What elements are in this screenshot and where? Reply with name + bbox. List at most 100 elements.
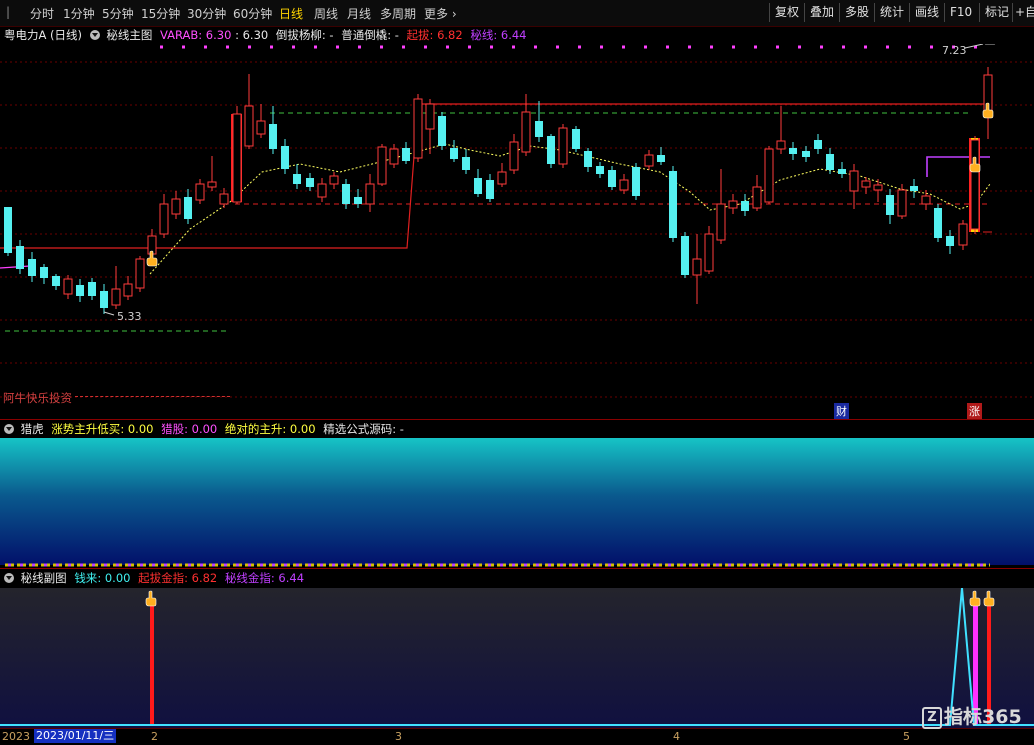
cursor-date-label: 2023/01/11/三 [34, 729, 117, 743]
stock-name[interactable]: 粤电力A [4, 28, 46, 42]
candle-body [608, 170, 616, 187]
candle-body [535, 121, 543, 137]
mid-l2: 猎股 [161, 422, 185, 436]
axis-tick-month-4: 4 [673, 730, 680, 743]
candle-body [838, 169, 846, 174]
overlay-button[interactable]: 叠加 [804, 3, 839, 22]
period-tab-intraday[interactable]: 分时 [30, 5, 54, 22]
candle-body [547, 136, 555, 164]
candle-body [207, 181, 217, 188]
candle-body [619, 179, 629, 191]
candle-body [669, 171, 677, 238]
main-panel-title: 粤电力A (日线) 秘线主图 VARAB: 6.30 : 6.30 倒拔杨柳: … [4, 27, 526, 43]
candle-body [365, 183, 375, 205]
mid-v2: : 0.00 [184, 422, 218, 436]
candle-body [497, 171, 507, 185]
candle-body [402, 148, 410, 161]
candle-body [377, 146, 387, 185]
period-tab-5min[interactable]: 5分钟 [102, 5, 134, 22]
high-price-label: 7.23 [942, 44, 967, 57]
varab-value: : 6.30 [198, 28, 232, 42]
period-toolbar: | 分时 1分钟 5分钟 15分钟 30分钟 60分钟 日线 周线 月线 多周期… [0, 0, 1034, 27]
candle-body [462, 157, 470, 170]
axis-tick-month-3: 3 [395, 730, 402, 743]
dropdown-circle-icon[interactable] [89, 30, 100, 40]
statistics-button[interactable]: 统计 [874, 3, 909, 22]
panel-divider-1[interactable] [0, 419, 1034, 420]
dropdown-circle-icon[interactable] [4, 424, 14, 434]
candle-body [802, 151, 810, 157]
candle-body [184, 197, 192, 219]
bottom-v2: : 6.82 [184, 571, 218, 585]
candle-body [644, 154, 654, 167]
axis-tick-month-2: 2 [151, 730, 158, 743]
candle-body [741, 201, 749, 211]
axis-tick-month-5: 5 [903, 730, 910, 743]
candle-body [4, 207, 12, 253]
candle-body [934, 208, 942, 238]
dropdown-circle-icon[interactable] [4, 573, 14, 583]
bottom-indicator-name[interactable]: 秘线副图 [21, 571, 67, 585]
candle-body [16, 246, 24, 269]
period-tab-60min[interactable]: 60分钟 [233, 5, 272, 22]
fuquan-button[interactable]: 复权 [769, 3, 804, 22]
price-grid [0, 45, 1034, 398]
candle-body [342, 184, 350, 204]
candle-body [171, 198, 181, 215]
candle-body [317, 183, 327, 198]
mid-panel-title: 猎虎 涨势主升低买: 0.00 猎股: 0.00 绝对的主升: 0.00 精选公… [4, 421, 404, 437]
mid-indicator-name[interactable]: 猎虎 [21, 422, 44, 436]
f10-button[interactable]: F10 [944, 3, 977, 22]
bottom-indicator-chart[interactable] [0, 588, 1034, 728]
candle-body [232, 113, 242, 203]
candle-body [329, 175, 339, 185]
period-tab-daily[interactable]: 日线 [279, 5, 303, 22]
watermark-text: 阿牛快乐投资 [3, 391, 72, 405]
bottom-v1: : 0.00 [97, 571, 131, 585]
candlestick-chart[interactable] [0, 44, 1034, 420]
draw-line-button[interactable]: 画线 [909, 3, 944, 22]
candle-body [389, 148, 399, 165]
candle-body [958, 223, 968, 246]
candle-body [970, 139, 980, 230]
multi-stock-button[interactable]: 多股 [839, 3, 874, 22]
mid-v3: : 0.00 [282, 422, 316, 436]
candle-body [111, 288, 121, 306]
varab-label: VARAB [159, 28, 199, 42]
candle-body [596, 166, 604, 174]
mid-indicator-chart[interactable] [0, 438, 1034, 568]
mark-button[interactable]: 标记 [979, 3, 1014, 22]
period-tab-30min[interactable]: 30分钟 [187, 5, 226, 22]
more-label: 更多 [424, 7, 449, 21]
mid-v4: : - [392, 422, 404, 436]
mid-v1: : 0.00 [120, 422, 154, 436]
period-tab-1min[interactable]: 1分钟 [63, 5, 95, 22]
candle-body [40, 267, 48, 278]
period-tab-weekly[interactable]: 周线 [314, 5, 338, 22]
candle-body [474, 178, 482, 194]
mid-l3: 绝对的主升 [224, 422, 283, 436]
candle-body [450, 148, 458, 159]
main-indicator-name[interactable]: 秘线主图 [106, 28, 152, 42]
candle-body [752, 186, 762, 209]
period-tab-15min[interactable]: 15分钟 [141, 5, 180, 22]
daoba-value: : - [321, 28, 334, 42]
candle-body [63, 278, 73, 295]
period-tab-multi[interactable]: 多周期 [380, 5, 416, 22]
period-tab-monthly[interactable]: 月线 [347, 5, 371, 22]
candle-body [413, 98, 423, 159]
custom-button[interactable]: +自 [1012, 3, 1034, 22]
bottom-background [0, 588, 1034, 728]
candle-body [509, 141, 519, 171]
candle-body [219, 193, 229, 205]
period-tab-more[interactable]: 更多 › [424, 5, 457, 22]
candle-body [438, 116, 446, 146]
financial-badge[interactable]: 财 [834, 403, 849, 419]
candle-body [704, 233, 714, 272]
candle-body [692, 258, 702, 276]
candle-body [100, 291, 108, 308]
panel-divider-2[interactable] [0, 568, 1034, 569]
limit-up-badge[interactable]: 涨 [967, 403, 982, 419]
candle-body [52, 276, 60, 286]
candle-body [521, 111, 531, 153]
